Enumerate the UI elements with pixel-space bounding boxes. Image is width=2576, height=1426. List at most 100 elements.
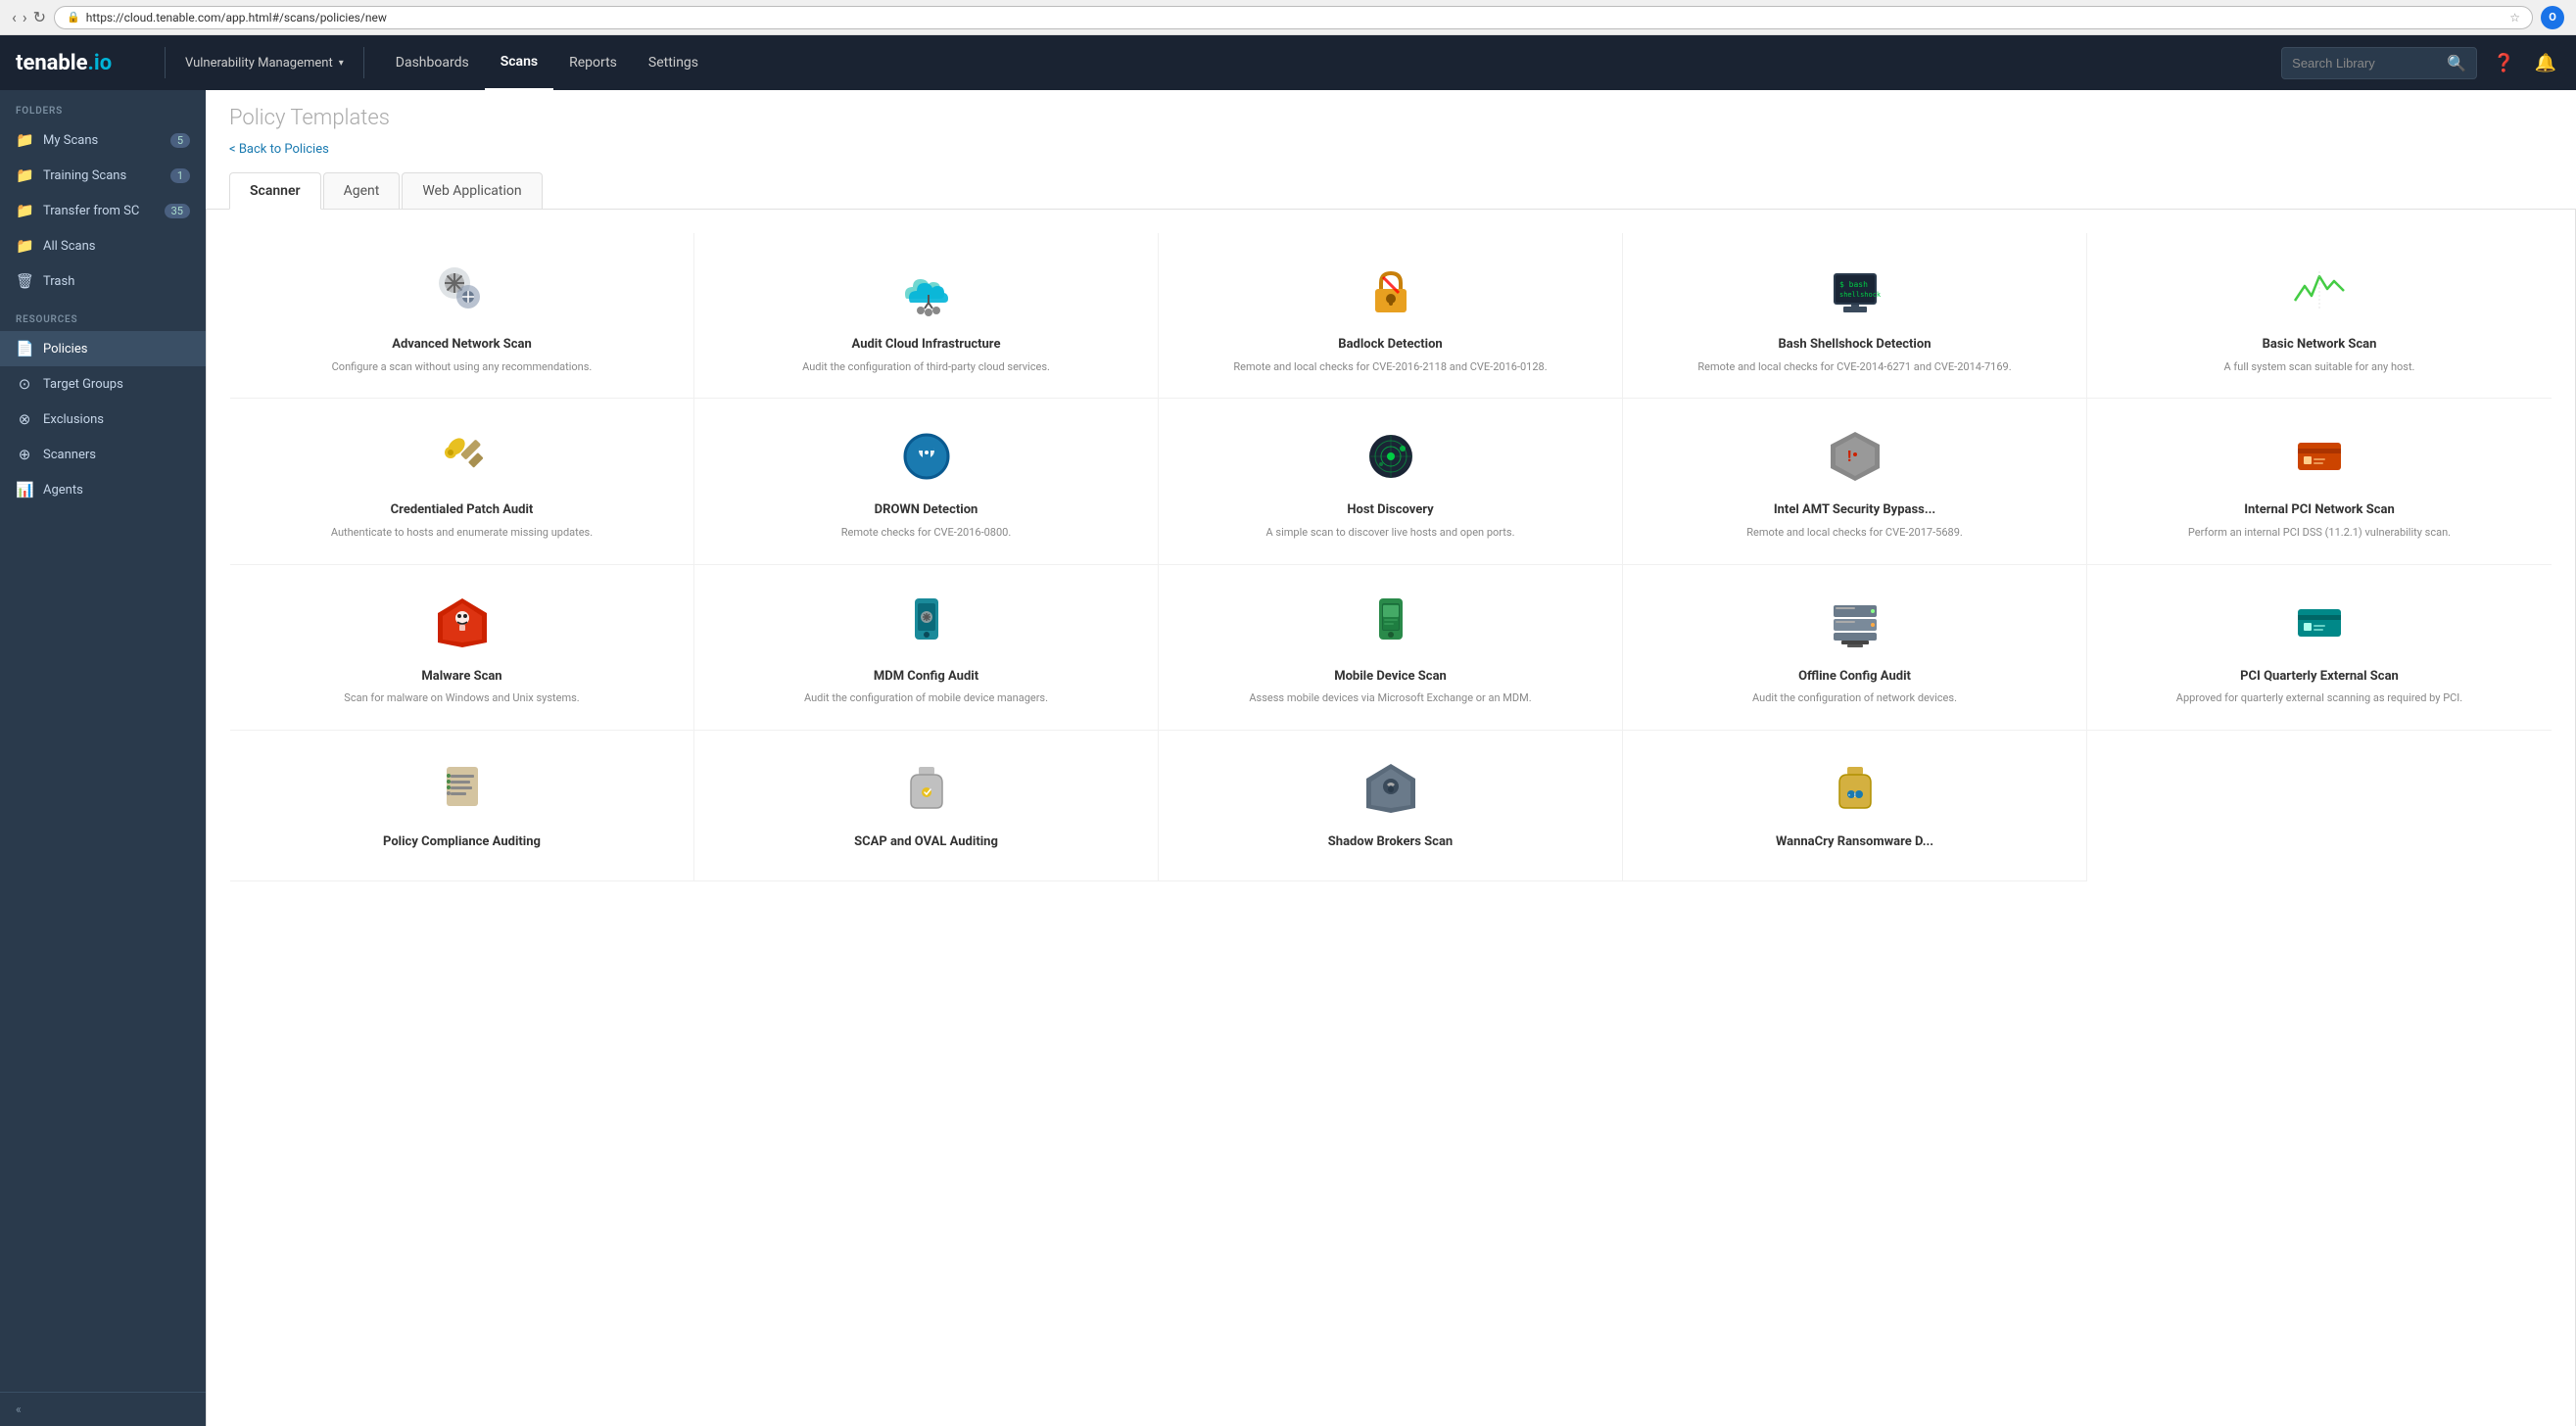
nav-dashboards[interactable]: Dashboards bbox=[380, 35, 485, 90]
sidebar-item-policies[interactable]: 📄 Policies bbox=[0, 331, 206, 366]
sidebar-label-transfer: Transfer from SC bbox=[43, 204, 139, 218]
nav-dropdown[interactable]: Vulnerability Management ▾ bbox=[173, 56, 356, 71]
back-link[interactable]: < Back to Policies bbox=[229, 142, 329, 157]
nav-divider-2 bbox=[363, 47, 364, 78]
policy-icon-shellshock: $ bash shellshock bbox=[1821, 257, 1889, 325]
sidebar-label-agents: Agents bbox=[43, 483, 83, 498]
policy-icon-audit-cloud bbox=[892, 257, 961, 325]
page-header: Policy Templates < Back to Policies Scan… bbox=[206, 90, 2576, 210]
policy-card-audit-cloud[interactable]: Audit Cloud Infrastructure Audit the con… bbox=[694, 233, 1159, 399]
nav-reports[interactable]: Reports bbox=[553, 35, 633, 90]
policy-card-badlock[interactable]: Badlock Detection Remote and local check… bbox=[1159, 233, 1623, 399]
tab-web-application[interactable]: Web Application bbox=[402, 172, 542, 209]
browser-bar: ‹ › ↻ 🔒 https://cloud.tenable.com/app.ht… bbox=[0, 0, 2576, 35]
sidebar-item-target-groups[interactable]: ⊙ Target Groups bbox=[0, 366, 206, 402]
policy-icon-offline-config bbox=[1821, 589, 1889, 657]
policy-desc-badlock: Remote and local checks for CVE-2016-211… bbox=[1233, 359, 1547, 374]
policy-card-policy-compliance[interactable]: Policy Compliance Auditing bbox=[230, 731, 694, 881]
policy-desc-audit-cloud: Audit the configuration of third-party c… bbox=[802, 359, 1050, 374]
resources-label: RESOURCES bbox=[0, 299, 206, 331]
sidebar-badge-transfer: 35 bbox=[165, 204, 190, 218]
policy-card-shellshock[interactable]: $ bash shellshock Bash Shellshock Detect… bbox=[1623, 233, 2087, 399]
policy-name-credentialed-patch: Credentialed Patch Audit bbox=[391, 502, 534, 519]
policy-name-malware: Malware Scan bbox=[421, 669, 501, 686]
policy-card-mdm-config[interactable]: MDM Config Audit Audit the configuration… bbox=[694, 565, 1159, 731]
policy-card-intel-amt[interactable]: ! Intel AMT Security Bypass... Remote an… bbox=[1623, 399, 2087, 564]
policy-desc-shellshock: Remote and local checks for CVE-2014-627… bbox=[1697, 359, 2011, 374]
policy-name-wannacry: WannaCry Ransomware D... bbox=[1776, 834, 1933, 851]
policy-card-mobile-device[interactable]: Mobile Device Scan Assess mobile devices… bbox=[1159, 565, 1623, 731]
sidebar-label-trash: Trash bbox=[43, 274, 74, 289]
sidebar-item-agents[interactable]: 📊 Agents bbox=[0, 472, 206, 507]
policy-desc-drown: Remote checks for CVE-2016-0800. bbox=[841, 525, 1012, 540]
sidebar-item-training-scans[interactable]: 📁 Training Scans 1 bbox=[0, 158, 206, 193]
sidebar-item-my-scans[interactable]: 📁 My Scans 5 bbox=[0, 122, 206, 158]
policy-card-offline-config[interactable]: Offline Config Audit Audit the configura… bbox=[1623, 565, 2087, 731]
policy-icon-drown bbox=[892, 422, 961, 491]
tab-agent[interactable]: Agent bbox=[323, 172, 401, 209]
tab-scanner[interactable]: Scanner bbox=[229, 172, 321, 210]
sidebar-label-my-scans: My Scans bbox=[43, 133, 98, 148]
policy-card-pci-quarterly[interactable]: PCI Quarterly External Scan Approved for… bbox=[2087, 565, 2552, 731]
policy-card-credentialed-patch[interactable]: Credentialed Patch Audit Authenticate to… bbox=[230, 399, 694, 564]
star-icon[interactable]: ☆ bbox=[2509, 11, 2520, 24]
policy-icon-credentialed-patch bbox=[428, 422, 497, 491]
browser-controls: ‹ › ↻ bbox=[12, 8, 46, 26]
search-box[interactable]: 🔍 bbox=[2281, 47, 2477, 79]
sidebar-item-exclusions[interactable]: ⊗ Exclusions bbox=[0, 402, 206, 437]
bell-icon[interactable]: 🔔 bbox=[2531, 49, 2560, 77]
sidebar-item-all-scans[interactable]: 📁 All Scans bbox=[0, 228, 206, 263]
policy-card-drown[interactable]: DROWN Detection Remote checks for CVE-20… bbox=[694, 399, 1159, 564]
sidebar-collapse[interactable]: « bbox=[0, 1392, 206, 1426]
policy-card-shadow-brokers[interactable]: Shadow Brokers Scan bbox=[1159, 731, 1623, 881]
policy-desc-internal-pci: Perform an internal PCI DSS (11.2.1) vul… bbox=[2188, 525, 2451, 540]
forward-btn[interactable]: › bbox=[23, 8, 27, 26]
address-bar[interactable]: 🔒 https://cloud.tenable.com/app.html#/sc… bbox=[54, 6, 2533, 29]
policy-desc-mdm-config: Audit the configuration of mobile device… bbox=[804, 690, 1048, 705]
nav-links: Dashboards Scans Reports Settings bbox=[380, 35, 714, 90]
logo[interactable]: tenable.io bbox=[16, 51, 133, 75]
nav-divider bbox=[165, 47, 166, 78]
exclusions-icon: ⊗ bbox=[16, 410, 33, 428]
sidebar-label-policies: Policies bbox=[43, 342, 87, 356]
nav-settings[interactable]: Settings bbox=[633, 35, 714, 90]
policy-card-basic-network[interactable]: Basic Network Scan A full system scan su… bbox=[2087, 233, 2552, 399]
folder-icon-my-scans: 📁 bbox=[16, 131, 33, 149]
policy-name-policy-compliance: Policy Compliance Auditing bbox=[383, 834, 541, 851]
nav-right: 🔍 ❓ 🔔 bbox=[2281, 47, 2560, 79]
sidebar: FOLDERS 📁 My Scans 5 📁 Training Scans 1 … bbox=[0, 35, 206, 1426]
search-input[interactable] bbox=[2292, 56, 2439, 71]
sidebar-item-transfer[interactable]: 📁 Transfer from SC 35 bbox=[0, 193, 206, 228]
policy-card-malware[interactable]: Malware Scan Scan for malware on Windows… bbox=[230, 565, 694, 731]
folders-label: FOLDERS bbox=[0, 90, 206, 122]
sidebar-item-trash[interactable]: 🗑 Trash bbox=[0, 263, 206, 299]
policy-icon-mdm-config bbox=[892, 589, 961, 657]
policy-card-scap-oval[interactable]: SCAP and OVAL Auditing bbox=[694, 731, 1159, 881]
policy-desc-offline-config: Audit the configuration of network devic… bbox=[1752, 690, 1957, 705]
secure-icon: 🔒 bbox=[67, 11, 80, 24]
sidebar-item-scanners[interactable]: ⊕ Scanners bbox=[0, 437, 206, 472]
policy-icon-policy-compliance bbox=[428, 754, 497, 823]
policy-name-intel-amt: Intel AMT Security Bypass... bbox=[1774, 502, 1935, 519]
policy-card-internal-pci[interactable]: Internal PCI Network Scan Perform an int… bbox=[2087, 399, 2552, 564]
policy-desc-mobile-device: Assess mobile devices via Microsoft Exch… bbox=[1249, 690, 1531, 705]
dropdown-label: Vulnerability Management bbox=[185, 56, 333, 71]
reload-btn[interactable]: ↻ bbox=[33, 8, 46, 26]
main-content: Policy Templates < Back to Policies Scan… bbox=[206, 35, 2576, 1426]
sidebar-badge-training: 1 bbox=[170, 168, 190, 183]
back-btn[interactable]: ‹ bbox=[12, 8, 17, 26]
policy-name-advanced-network-scan: Advanced Network Scan bbox=[392, 337, 532, 354]
policy-card-wannacry[interactable]: ! • WannaCry Ransomware D... bbox=[1623, 731, 2087, 881]
policy-icon-internal-pci bbox=[2285, 422, 2354, 491]
nav-scans[interactable]: Scans bbox=[485, 35, 553, 90]
policy-icon-pci-quarterly bbox=[2285, 589, 2354, 657]
help-icon[interactable]: ❓ bbox=[2489, 49, 2518, 77]
profile-avatar[interactable]: O bbox=[2541, 6, 2564, 29]
policy-desc-malware: Scan for malware on Windows and Unix sys… bbox=[344, 690, 579, 705]
sidebar-label-scanners: Scanners bbox=[43, 448, 96, 462]
policy-card-advanced-network-scan[interactable]: Advanced Network Scan Configure a scan w… bbox=[230, 233, 694, 399]
policy-name-shadow-brokers: Shadow Brokers Scan bbox=[1328, 834, 1453, 851]
folder-icon-all: 📁 bbox=[16, 237, 33, 255]
policy-card-host-discovery[interactable]: Host Discovery A simple scan to discover… bbox=[1159, 399, 1623, 564]
search-icon[interactable]: 🔍 bbox=[2447, 54, 2466, 72]
